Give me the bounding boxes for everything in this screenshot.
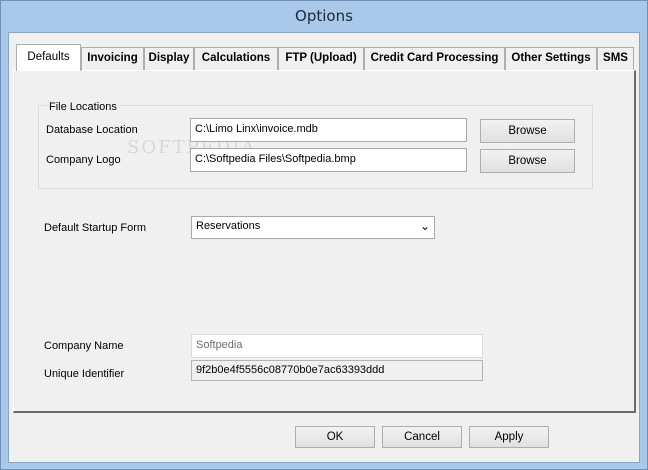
- company-logo-browse-button[interactable]: Browse: [480, 149, 575, 173]
- default-startup-form-label: Default Startup Form: [44, 222, 147, 234]
- tab-other-settings[interactable]: Other Settings: [505, 47, 597, 70]
- tab-label: Defaults: [27, 51, 70, 63]
- tab-sms[interactable]: SMS: [597, 47, 634, 70]
- apply-button[interactable]: Apply: [469, 426, 549, 448]
- default-startup-form-select[interactable]: Reservations ⌄: [191, 216, 435, 239]
- default-startup-form-value: Reservations: [196, 220, 261, 232]
- defaults-tab-panel: SOFTPEDIA File Locations Database Locati…: [13, 70, 636, 413]
- tab-label: Calculations: [201, 52, 271, 64]
- company-name-input[interactable]: Softpedia: [191, 334, 483, 358]
- database-location-input[interactable]: C:\Limo Linx\invoice.mdb: [190, 118, 467, 142]
- company-logo-input[interactable]: C:\Softpedia Files\Softpedia.bmp: [190, 148, 467, 172]
- database-location-label: Database Location: [46, 124, 138, 136]
- company-name-label: Company Name: [44, 340, 124, 352]
- tab-invoicing[interactable]: Invoicing: [81, 47, 144, 70]
- options-window: Options Defaults Invoicing Display Calcu…: [0, 0, 648, 470]
- company-logo-label: Company Logo: [46, 154, 121, 166]
- tab-label: Display: [148, 52, 190, 64]
- file-locations-label: File Locations: [47, 101, 119, 113]
- tab-label: Invoicing: [87, 52, 138, 64]
- chevron-down-icon: ⌄: [419, 219, 430, 233]
- tab-defaults[interactable]: Defaults: [16, 44, 81, 71]
- cancel-button[interactable]: Cancel: [382, 426, 462, 448]
- tab-label: Other Settings: [511, 52, 591, 64]
- dialog-client-area: Defaults Invoicing Display Calculations …: [8, 32, 640, 463]
- unique-identifier-label: Unique Identifier: [44, 368, 125, 380]
- tab-label: FTP (Upload): [285, 52, 357, 64]
- ok-button[interactable]: OK: [295, 426, 375, 448]
- tab-label: Credit Card Processing: [370, 52, 499, 64]
- tab-calculations[interactable]: Calculations: [194, 47, 278, 70]
- tab-display[interactable]: Display: [144, 47, 194, 70]
- tab-label: SMS: [603, 52, 628, 64]
- database-browse-button[interactable]: Browse: [480, 119, 575, 143]
- unique-identifier-field: 9f2b0e4f5556c08770b0e7ac63393ddd: [191, 360, 483, 381]
- tab-ftp-upload[interactable]: FTP (Upload): [278, 47, 364, 70]
- window-title: Options: [295, 7, 353, 25]
- tab-credit-card-processing[interactable]: Credit Card Processing: [364, 47, 505, 70]
